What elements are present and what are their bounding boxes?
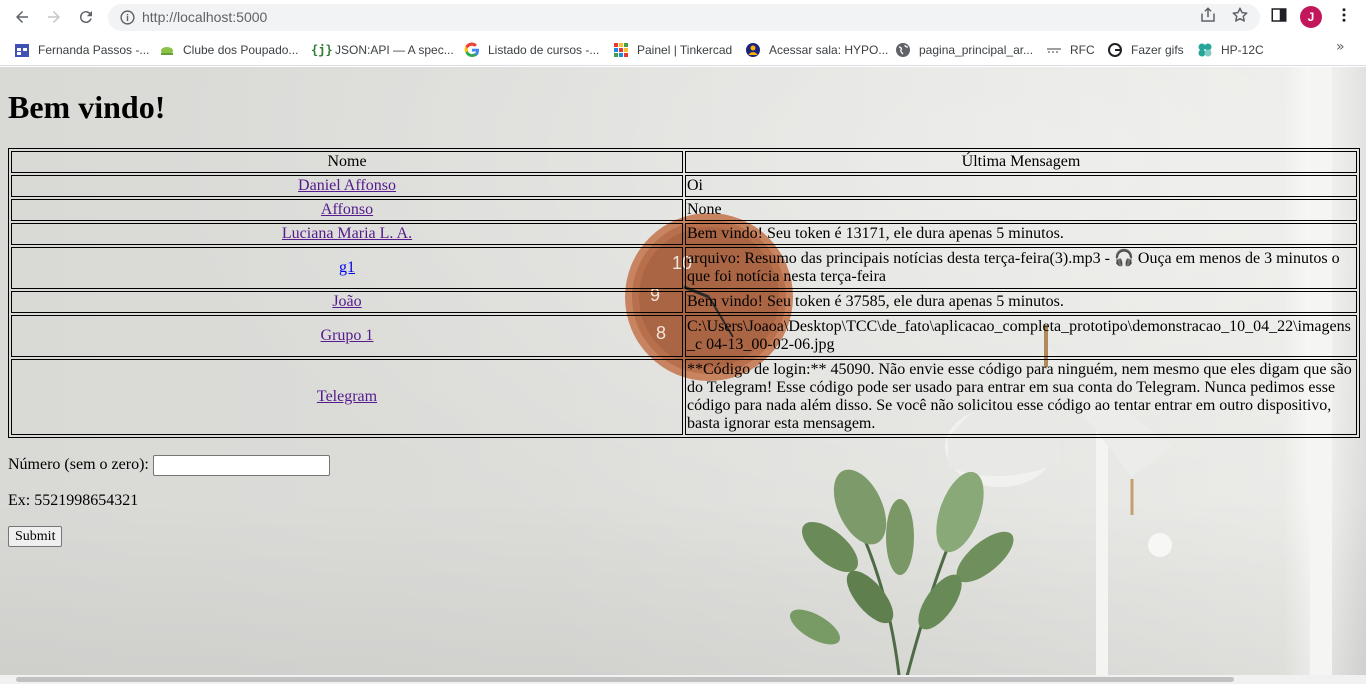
- rfc-icon: [1047, 48, 1061, 53]
- google-icon: [1108, 43, 1122, 57]
- bookmark-item[interactable]: Painel | Tinkercad: [613, 41, 732, 59]
- bookmark-label: Clube dos Poupado...: [183, 43, 299, 57]
- back-button[interactable]: [9, 4, 35, 30]
- messages-table: Nome Última Mensagem Daniel Affonso Oi A…: [8, 148, 1360, 438]
- forward-button[interactable]: [41, 4, 67, 30]
- bookmark-label: RFC: [1070, 43, 1095, 57]
- bookmark-item[interactable]: RFC: [1046, 41, 1095, 59]
- more-bookmarks-button[interactable]: »: [1336, 39, 1345, 55]
- profile-avatar[interactable]: J: [1300, 6, 1322, 28]
- table-header-row: Nome Última Mensagem: [11, 151, 1357, 173]
- contact-cell: João: [11, 291, 683, 313]
- contact-link[interactable]: Daniel Affonso: [298, 177, 396, 194]
- google-icon: [464, 42, 479, 57]
- last-message-cell: **Código de login:** 45090. Não envie es…: [685, 359, 1357, 435]
- table-row: g1 arquivo: Resumo das principais notíci…: [11, 247, 1357, 289]
- reload-button[interactable]: [73, 4, 99, 30]
- table-row: Grupo 1 C:\Users\Joaoa\Desktop\TCC\de_fa…: [11, 315, 1357, 357]
- horizontal-scrollbar[interactable]: [0, 675, 1366, 684]
- submit-button[interactable]: Submit: [8, 526, 63, 547]
- last-message-cell: Oi: [685, 175, 1357, 197]
- column-header-name: Nome: [11, 151, 683, 173]
- table-row: Telegram **Código de login:** 45090. Não…: [11, 359, 1357, 435]
- contact-link[interactable]: João: [332, 293, 361, 310]
- globe-icon: [896, 43, 910, 57]
- bookmark-item[interactable]: HP-12C: [1197, 41, 1264, 59]
- last-message-cell: None: [685, 199, 1357, 221]
- bookmark-label: Listado de cursos -...: [488, 43, 600, 57]
- contact-cell: Telegram: [11, 359, 683, 435]
- json-icon: {j}: [311, 43, 333, 57]
- contact-link[interactable]: Grupo 1: [321, 327, 374, 344]
- potted-plant-image: [790, 469, 1014, 684]
- star-icon[interactable]: [1231, 6, 1249, 24]
- reload-icon: [79, 11, 92, 24]
- number-label: Número (sem o zero):: [8, 456, 149, 473]
- contact-link[interactable]: g1: [339, 259, 355, 276]
- bookmark-item[interactable]: Clube dos Poupado...: [159, 41, 298, 59]
- bookmark-label: Acessar sala: HYPO...: [769, 43, 889, 57]
- contact-cell: Affonso: [11, 199, 683, 221]
- address-bar[interactable]: http://localhost:5000: [108, 4, 1260, 31]
- url-text: http://localhost:5000: [142, 9, 268, 25]
- bookmark-label: JSON:API — A spec...: [335, 43, 454, 57]
- bookmark-item[interactable]: Fernanda Passos -...: [14, 41, 149, 59]
- contact-link[interactable]: Affonso: [321, 201, 373, 218]
- arrow-right-icon: [48, 11, 60, 23]
- bookmark-label: HP-12C: [1221, 43, 1264, 57]
- contact-cell: Grupo 1: [11, 315, 683, 357]
- contact-cell: Daniel Affonso: [11, 175, 683, 197]
- leaf-icon: [161, 47, 173, 55]
- bookmark-label: Fazer gifs: [1131, 43, 1184, 57]
- tinkercad-icon: [614, 43, 628, 57]
- column-header-last-message: Última Mensagem: [685, 151, 1357, 173]
- table-row: João Bem vindo! Seu token é 37585, ele d…: [11, 291, 1357, 313]
- share-icon[interactable]: [1199, 6, 1217, 24]
- last-message-cell: C:\Users\Joaoa\Desktop\TCC\de_fato\aplic…: [685, 315, 1357, 357]
- table-row: Daniel Affonso Oi: [11, 175, 1357, 197]
- phone-number-input[interactable]: [153, 455, 330, 476]
- bookmark-item[interactable]: pagina_principal_ar...: [895, 41, 1033, 59]
- browser-toolbar: http://localhost:5000 J: [0, 0, 1366, 34]
- contact-link[interactable]: Luciana Maria L. A.: [282, 225, 412, 242]
- bookmark-item[interactable]: Acessar sala: HYPO...: [745, 41, 888, 59]
- page-title: Bem vindo!: [8, 89, 166, 125]
- bookmark-label: Painel | Tinkercad: [637, 43, 733, 57]
- page-viewport: 10 9 8 Bem vindo! Nome Última Mensagem D…: [0, 67, 1366, 684]
- side-panel-icon[interactable]: [1270, 6, 1288, 24]
- bookmark-item[interactable]: {j} JSON:API — A spec...: [311, 41, 454, 59]
- last-message-cell: Bem vindo! Seu token é 37585, ele dura a…: [685, 291, 1357, 313]
- bookmark-label: Fernanda Passos -...: [38, 43, 150, 57]
- calendar-icon: [15, 44, 29, 57]
- table-row: Affonso None: [11, 199, 1357, 221]
- info-icon[interactable]: [119, 9, 136, 26]
- scrollbar-thumb[interactable]: [16, 677, 1234, 682]
- bookmarks-bar: Fernanda Passos -... Clube dos Poupado..…: [0, 34, 1366, 66]
- contact-cell: g1: [11, 247, 683, 289]
- bookmark-label: pagina_principal_ar...: [919, 43, 1034, 57]
- arrow-left-icon: [16, 11, 28, 23]
- contact-cell: Luciana Maria L. A.: [11, 223, 683, 245]
- kebab-menu-icon[interactable]: [1335, 6, 1353, 24]
- meeting-icon: [746, 43, 760, 57]
- last-message-cell: arquivo: Resumo das principais notícias …: [685, 247, 1357, 289]
- example-text: Ex: 5521998654321: [8, 492, 139, 509]
- contact-link[interactable]: Telegram: [317, 388, 377, 405]
- table-row: Luciana Maria L. A. Bem vindo! Seu token…: [11, 223, 1357, 245]
- bookmark-item[interactable]: Fazer gifs: [1107, 41, 1184, 59]
- bookmark-item[interactable]: Listado de cursos -...: [464, 41, 599, 59]
- last-message-cell: Bem vindo! Seu token é 13171, ele dura a…: [685, 223, 1357, 245]
- clover-icon: [1198, 43, 1212, 57]
